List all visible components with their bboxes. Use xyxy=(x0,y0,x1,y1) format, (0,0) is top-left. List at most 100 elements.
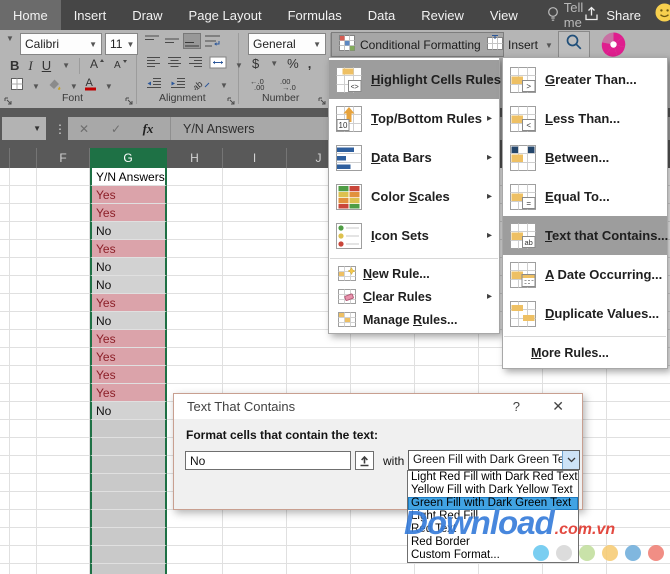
cell[interactable] xyxy=(37,546,90,564)
underline-button[interactable]: U xyxy=(42,58,51,73)
cell-G1[interactable]: Y/N Answers xyxy=(90,168,167,186)
cell[interactable] xyxy=(37,492,90,510)
cell[interactable] xyxy=(0,402,10,420)
font-size-select[interactable]: 11 ▼ xyxy=(105,33,138,55)
number-format-select[interactable]: General ▼ xyxy=(248,33,326,55)
cell[interactable] xyxy=(10,438,37,456)
cell[interactable] xyxy=(10,276,37,294)
align-bottom-icon[interactable] xyxy=(184,34,200,48)
cell-G6[interactable]: No xyxy=(90,258,167,276)
format-option-light-red-fill[interactable]: Light Red Fill xyxy=(408,510,578,523)
cell[interactable] xyxy=(37,222,90,240)
currency-format-button[interactable]: $ xyxy=(252,56,259,71)
cell[interactable] xyxy=(10,222,37,240)
tab-formulas[interactable]: Formulas xyxy=(275,0,355,30)
menu-item-data-bars[interactable]: Data Bars▸ xyxy=(329,138,499,177)
wrap-text-icon[interactable] xyxy=(204,34,222,48)
cell[interactable] xyxy=(10,366,37,384)
cell[interactable] xyxy=(10,420,37,438)
cell[interactable] xyxy=(0,474,10,492)
cell[interactable] xyxy=(167,186,223,204)
cell[interactable] xyxy=(223,222,287,240)
font-color-icon[interactable]: A xyxy=(84,76,97,96)
cell[interactable] xyxy=(607,474,670,492)
font-dialog-launcher-icon[interactable] xyxy=(125,93,134,111)
menu-item-icon-sets[interactable]: Icon Sets▸ xyxy=(329,216,499,255)
cell[interactable] xyxy=(10,510,37,528)
tab-view[interactable]: View xyxy=(477,0,531,30)
menu-item-a-date-occurring[interactable]: A Date Occurring... xyxy=(503,255,667,294)
cell[interactable] xyxy=(37,240,90,258)
tell-me-box[interactable]: Tell me xyxy=(547,0,584,30)
cell[interactable] xyxy=(0,258,10,276)
cell-G2[interactable]: Yes xyxy=(90,186,167,204)
dialog-close-button[interactable]: ✕ xyxy=(552,398,564,415)
format-option-red-border[interactable]: Red Border xyxy=(408,536,578,549)
cell[interactable] xyxy=(37,186,90,204)
cell[interactable] xyxy=(223,348,287,366)
cell-G15[interactable] xyxy=(90,420,167,438)
cell[interactable] xyxy=(167,258,223,276)
cell[interactable] xyxy=(0,492,10,510)
menu-item-highlight-cells-rules[interactable]: <>Highlight Cells Rules▸ xyxy=(329,60,499,99)
cell[interactable] xyxy=(223,204,287,222)
align-top-icon[interactable] xyxy=(144,34,160,48)
cell-G19[interactable] xyxy=(90,492,167,510)
cell[interactable] xyxy=(0,312,10,330)
cell[interactable] xyxy=(167,168,223,186)
fill-color-icon[interactable] xyxy=(46,77,62,96)
cell[interactable] xyxy=(223,276,287,294)
align-left-icon[interactable] xyxy=(146,56,161,74)
clipboard-dialog-launcher-icon[interactable] xyxy=(4,93,13,111)
menu-item-top-bottom-rules[interactable]: 10Top/Bottom Rules▸ xyxy=(329,99,499,138)
cell[interactable] xyxy=(223,168,287,186)
cell[interactable] xyxy=(223,312,287,330)
cell[interactable] xyxy=(0,384,10,402)
cell[interactable] xyxy=(0,456,10,474)
cell[interactable] xyxy=(10,204,37,222)
cell[interactable] xyxy=(415,348,479,366)
column-header-F[interactable]: F xyxy=(37,148,90,168)
insert-cells-button[interactable]: Insert ▼ xyxy=(487,35,553,55)
cell-G10[interactable]: Yes xyxy=(90,330,167,348)
cell[interactable] xyxy=(167,276,223,294)
tab-insert[interactable]: Insert xyxy=(61,0,120,30)
contains-text-input[interactable] xyxy=(185,451,351,470)
cell[interactable] xyxy=(0,366,10,384)
cell[interactable] xyxy=(37,294,90,312)
cell[interactable] xyxy=(167,222,223,240)
cell[interactable] xyxy=(543,564,607,574)
cell-G14[interactable]: No xyxy=(90,402,167,420)
cell[interactable] xyxy=(607,438,670,456)
name-box[interactable]: ▼ xyxy=(2,117,46,140)
font-name-select[interactable]: Calibri ▼ xyxy=(20,33,102,55)
menu-item-text-that-contains[interactable]: abText that Contains... xyxy=(503,216,667,255)
cell[interactable] xyxy=(167,528,223,546)
cell[interactable] xyxy=(607,402,670,420)
menu-item-duplicate-values[interactable]: Duplicate Values... xyxy=(503,294,667,333)
cell[interactable] xyxy=(37,528,90,546)
cell[interactable] xyxy=(351,348,415,366)
cell[interactable] xyxy=(37,366,90,384)
cell-G9[interactable]: No xyxy=(90,312,167,330)
cell[interactable] xyxy=(0,510,10,528)
format-option-green-fill-with-dark-green-text[interactable]: Green Fill with Dark Green Text xyxy=(408,497,578,510)
cell-G11[interactable]: Yes xyxy=(90,348,167,366)
cell-G5[interactable]: Yes xyxy=(90,240,167,258)
cell[interactable] xyxy=(287,348,351,366)
cell[interactable] xyxy=(37,564,90,574)
align-right-icon[interactable] xyxy=(188,56,203,74)
align-middle-icon[interactable] xyxy=(164,34,180,48)
cell[interactable] xyxy=(10,474,37,492)
bold-button[interactable]: B xyxy=(10,58,19,73)
cell[interactable] xyxy=(479,564,543,574)
merge-center-icon[interactable] xyxy=(209,56,227,74)
collapse-dialog-button[interactable] xyxy=(355,451,374,470)
paste-dropdown-arrow[interactable]: ▼ xyxy=(4,34,14,43)
cell[interactable] xyxy=(0,204,10,222)
cell[interactable] xyxy=(607,528,670,546)
cell[interactable] xyxy=(167,294,223,312)
grow-font-icon[interactable]: A xyxy=(89,56,104,75)
cell[interactable] xyxy=(287,366,351,384)
cell[interactable] xyxy=(607,510,670,528)
